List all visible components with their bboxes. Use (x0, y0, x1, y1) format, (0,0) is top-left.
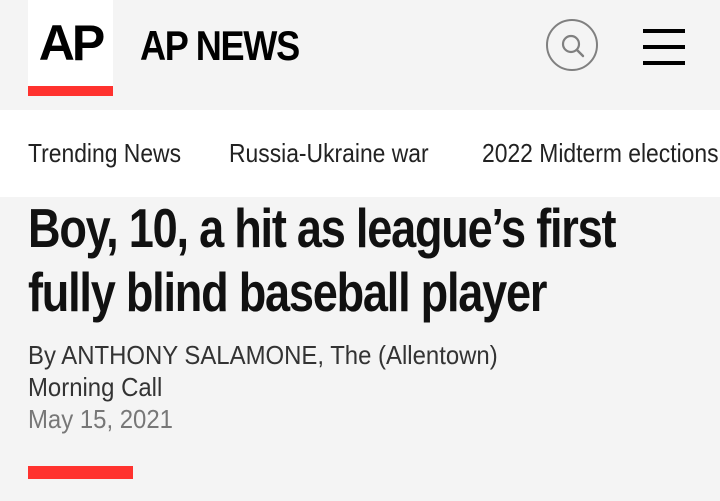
accent-divider (28, 466, 133, 479)
logo-accent-bar (28, 86, 113, 96)
hamburger-menu-icon (643, 61, 685, 65)
menu-button[interactable] (643, 29, 687, 65)
site-header: AP AP NEWS (0, 0, 720, 110)
nav-item-russia-ukraine-war[interactable]: Russia-Ukraine war (229, 136, 429, 170)
trending-nav: Trending News Russia-Ukraine war 2022 Mi… (0, 110, 720, 197)
article-headline: Boy, 10, a hit as league’s first fully b… (28, 197, 617, 323)
nav-item-trending-news[interactable]: Trending News (28, 136, 181, 170)
hamburger-menu-icon (643, 29, 685, 33)
hamburger-menu-icon (643, 45, 685, 49)
search-icon (561, 34, 585, 58)
nav-item-midterm-elections[interactable]: 2022 Midterm elections (482, 136, 719, 170)
search-button[interactable] (546, 19, 598, 71)
brand-title[interactable]: AP NEWS (140, 18, 300, 74)
ap-logo[interactable]: AP (28, 0, 113, 96)
article-byline: By ANTHONY SALAMONE, The (Allentown) Mor… (28, 340, 498, 402)
article-date: May 15, 2021 (28, 404, 173, 434)
logo-text: AP (38, 15, 105, 71)
